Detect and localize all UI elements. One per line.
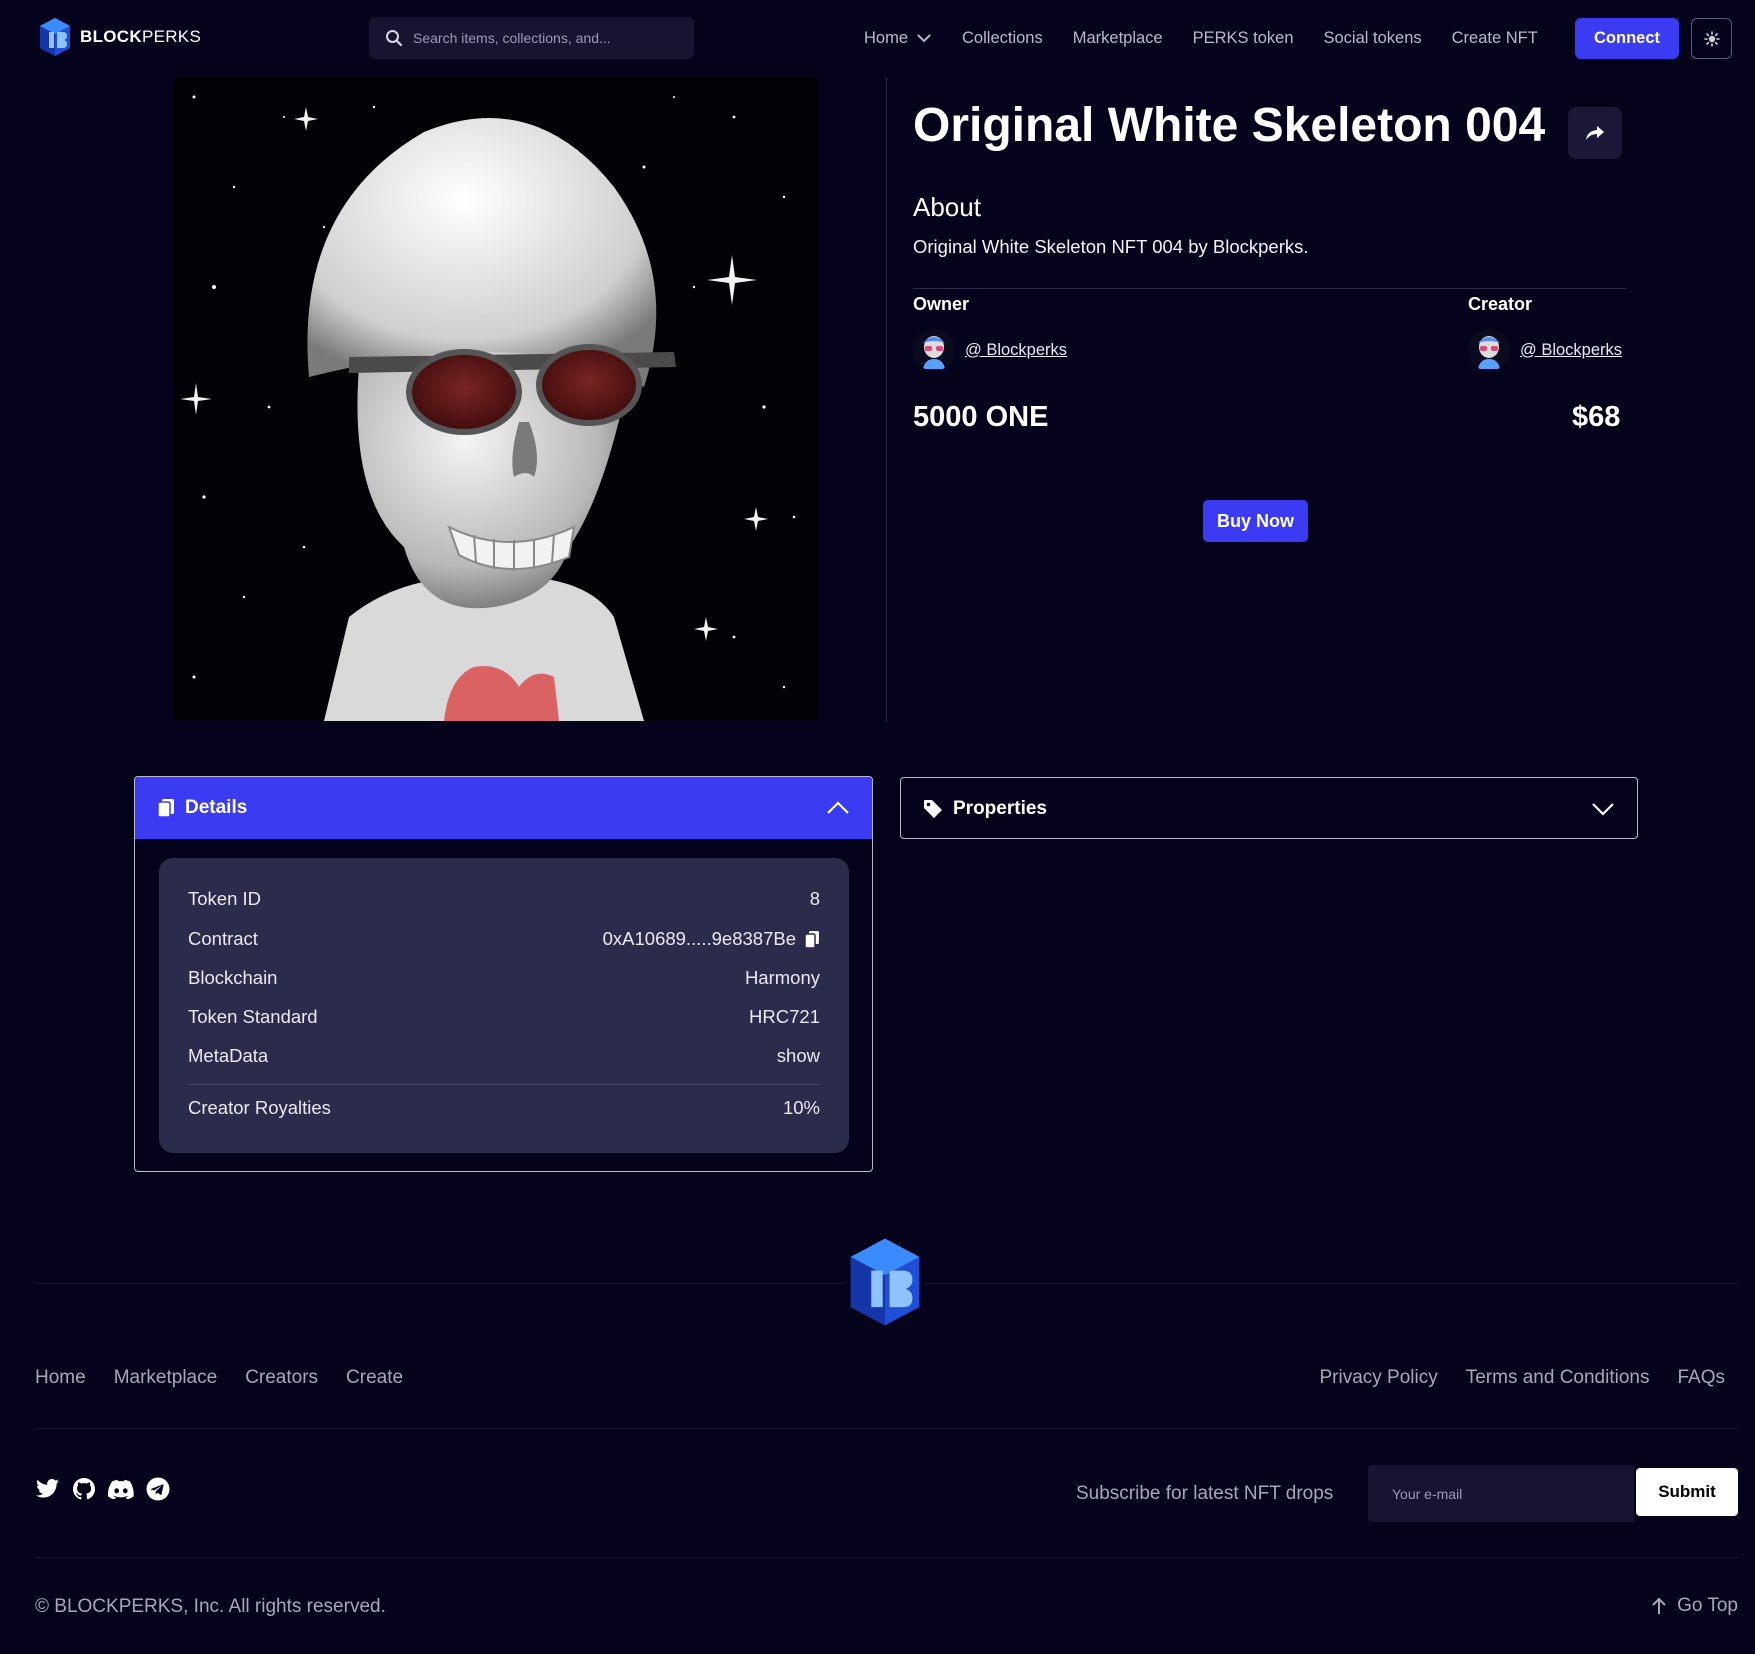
telegram-icon[interactable] xyxy=(146,1477,170,1501)
footer-link-faqs[interactable]: FAQs xyxy=(1677,1367,1725,1389)
footer-logo[interactable] xyxy=(832,1224,938,1340)
skull-avatar-icon xyxy=(913,329,955,371)
nft-title: Original White Skeleton 004 xyxy=(913,99,1546,152)
search-icon xyxy=(386,30,403,47)
chevron-down-icon[interactable] xyxy=(1591,802,1615,816)
footer-link-home[interactable]: Home xyxy=(35,1367,86,1389)
detail-label: Token ID xyxy=(188,888,262,909)
copyright-text: © BLOCKPERKS, Inc. All rights reserved. xyxy=(35,1596,386,1617)
search-bar[interactable] xyxy=(369,17,694,59)
github-icon[interactable] xyxy=(72,1477,96,1501)
detail-row-token-standard: Token Standard HRC721 xyxy=(188,1006,820,1028)
about-divider xyxy=(913,288,1626,289)
detail-label: Creator Royalties xyxy=(188,1097,331,1118)
detail-value: Harmony xyxy=(744,967,820,988)
properties-panel-header[interactable]: Properties xyxy=(901,778,1637,840)
footer-bottom-divider xyxy=(35,1557,1738,1558)
footer-link-marketplace[interactable]: Marketplace xyxy=(114,1367,218,1389)
detail-value: 10% xyxy=(782,1097,820,1118)
owner-link[interactable]: @ Blockperks xyxy=(965,341,1067,360)
nft-artwork-image[interactable] xyxy=(174,77,818,721)
nav-social-tokens[interactable]: Social tokens xyxy=(1324,29,1422,48)
email-field[interactable] xyxy=(1368,1465,1634,1522)
price-usd: $68 xyxy=(1572,401,1621,433)
properties-heading: Properties xyxy=(953,798,1047,819)
footer-links-left: Home Marketplace Creators Create xyxy=(35,1367,403,1389)
hero-divider xyxy=(886,77,887,721)
nav-collections[interactable]: Collections xyxy=(962,29,1043,48)
metadata-show-link[interactable]: show xyxy=(777,1045,820,1067)
twitter-icon[interactable] xyxy=(35,1478,60,1500)
creator-heading: Creator xyxy=(1468,294,1533,314)
detail-label: Token Standard xyxy=(188,1006,318,1027)
copy-icon[interactable] xyxy=(804,930,820,949)
owner-avatar[interactable] xyxy=(913,329,955,371)
price-native: 5000 ONE xyxy=(913,401,1049,433)
creator-info: @ Blockperks xyxy=(1468,329,1622,371)
top-navbar: BLOCKPERKS Home Collections Marketplace … xyxy=(0,0,1755,76)
detail-value: HRC721 xyxy=(749,1006,820,1027)
details-card: Token ID 8 Contract 0xA10689.....9e8387B… xyxy=(159,858,849,1153)
about-heading: About xyxy=(913,192,981,222)
share-icon xyxy=(1586,126,1604,140)
detail-value: 8 xyxy=(809,888,820,909)
social-links xyxy=(35,1477,170,1501)
arrow-up-icon xyxy=(1652,1597,1666,1614)
chevron-up-icon[interactable] xyxy=(826,801,850,815)
detail-row-token-id: Token ID 8 xyxy=(188,888,820,910)
skeleton-artwork xyxy=(174,77,818,721)
blockperks-logo-icon xyxy=(832,1224,938,1340)
footer-links-right: Privacy Policy Terms and Conditions FAQs xyxy=(1319,1367,1725,1389)
footer-mid-divider xyxy=(35,1428,1738,1429)
go-top-label: Go Top xyxy=(1677,1595,1738,1616)
theme-toggle-button[interactable] xyxy=(1691,18,1732,59)
detail-row-royalties: Creator Royalties 10% xyxy=(188,1097,820,1119)
sun-icon xyxy=(1703,30,1720,47)
detail-row-metadata: MetaData show xyxy=(188,1045,820,1067)
skull-avatar-icon xyxy=(1468,329,1510,371)
footer-link-create[interactable]: Create xyxy=(346,1367,403,1389)
main-nav: Home Collections Marketplace PERKS token… xyxy=(864,0,1568,76)
owner-heading: Owner xyxy=(913,294,970,314)
search-input[interactable] xyxy=(413,30,673,46)
nav-home-label: Home xyxy=(864,28,909,47)
connect-button[interactable]: Connect xyxy=(1575,18,1679,59)
subscribe-label: Subscribe for latest NFT drops xyxy=(1076,1483,1334,1504)
creator-avatar[interactable] xyxy=(1468,329,1510,371)
blockperks-logo-icon xyxy=(40,18,70,56)
properties-panel: Properties xyxy=(900,777,1638,839)
nav-home[interactable]: Home xyxy=(864,29,932,48)
detail-row-contract: Contract 0xA10689.....9e8387Be xyxy=(188,928,820,950)
document-icon xyxy=(157,799,174,818)
footer-link-terms[interactable]: Terms and Conditions xyxy=(1466,1367,1650,1389)
details-divider xyxy=(188,1084,820,1085)
details-panel: Details Token ID 8 Contract 0xA10689....… xyxy=(134,776,873,1172)
nav-marketplace[interactable]: Marketplace xyxy=(1073,29,1163,48)
go-top-button[interactable]: Go Top xyxy=(1651,1595,1738,1617)
detail-row-blockchain: Blockchain Harmony xyxy=(188,967,820,989)
brand-name: BLOCKPERKS xyxy=(80,27,202,46)
submit-button[interactable]: Submit xyxy=(1636,1468,1738,1516)
footer-link-privacy[interactable]: Privacy Policy xyxy=(1319,1367,1437,1389)
owner-info: @ Blockperks xyxy=(913,329,1067,371)
detail-label: Blockchain xyxy=(188,967,278,988)
nav-perks-token[interactable]: PERKS token xyxy=(1193,29,1294,48)
creator-link[interactable]: @ Blockperks xyxy=(1520,341,1622,360)
footer-link-creators[interactable]: Creators xyxy=(245,1367,318,1389)
chevron-down-icon[interactable] xyxy=(916,33,932,43)
detail-label: Contract xyxy=(188,928,258,949)
contract-address[interactable]: 0xA10689.....9e8387Be xyxy=(603,928,796,950)
details-panel-header[interactable]: Details xyxy=(135,777,872,839)
buy-now-button[interactable]: Buy Now xyxy=(1203,500,1308,542)
details-heading: Details xyxy=(185,797,248,818)
nav-create-nft[interactable]: Create NFT xyxy=(1452,29,1538,48)
discord-icon[interactable] xyxy=(108,1479,134,1499)
about-description: Original White Skeleton NFT 004 by Block… xyxy=(913,236,1309,257)
share-button[interactable] xyxy=(1568,107,1622,159)
brand-logo[interactable]: BLOCKPERKS xyxy=(38,16,201,58)
detail-label: MetaData xyxy=(188,1045,269,1066)
tag-icon xyxy=(924,800,942,818)
